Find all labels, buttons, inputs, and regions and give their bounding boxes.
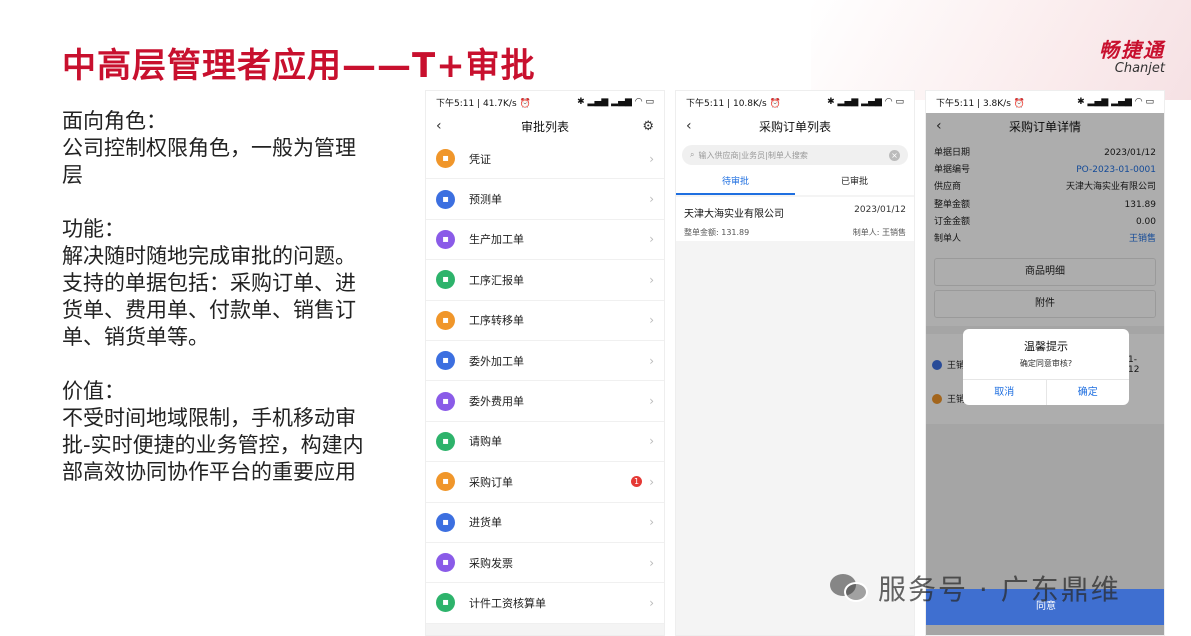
nav-bar: ‹ 采购订单列表	[676, 113, 914, 139]
wage-icon: ▪	[436, 593, 455, 613]
phone-purchase-detail: 下午5:11 | 3.8K/s ⏰ ✱ ▂▄▆ ▂▄▆ ◠ ▭ ‹ 采购订单详情…	[925, 90, 1165, 636]
status-bar: 下午5:11 | 3.8K/s ⏰ ✱ ▂▄▆ ▂▄▆ ◠ ▭	[926, 91, 1164, 113]
logo-cn: 畅捷通	[1099, 38, 1165, 62]
approval-list-item[interactable]: ▪ 委外费用单 ›	[426, 381, 664, 422]
item-label: 生产加工单	[469, 233, 524, 247]
approval-list-item[interactable]: ▪ 凭证 ›	[426, 139, 664, 180]
card-amount: 整单金额: 131.89	[684, 228, 750, 237]
watermark-text: 服务号 · 广东鼎维	[878, 573, 1121, 606]
chevron-right-icon: ›	[649, 353, 654, 368]
back-icon[interactable]: ‹	[686, 118, 692, 134]
para-function: 功能： 解决随时随地完成审批的问题。支持的单据包括：采购订单、进货单、费用单、付…	[62, 217, 356, 349]
chevron-right-icon: ›	[649, 313, 654, 328]
status-bar: 下午5:11 | 41.7K/s ⏰ ✱ ▂▄▆ ▂▄▆ ◠ ▭	[426, 91, 664, 113]
purchase-order-icon: ▪	[436, 472, 455, 492]
invoice-icon: ▪	[436, 553, 455, 573]
approval-list-item[interactable]: ▪ 计件工资核算单 ›	[426, 583, 664, 624]
status-time: 下午5:11 | 3.8K/s ⏰	[936, 98, 1025, 109]
chevron-right-icon: ›	[649, 272, 654, 287]
status-time: 下午5:11 | 41.7K/s ⏰	[436, 98, 531, 109]
approval-list-item[interactable]: ▪ 预测单 ›	[426, 179, 664, 220]
search-input[interactable]: ⌕ 输入供应商|业务员|制单人搜索 ×	[682, 145, 908, 165]
chevron-right-icon: ›	[649, 515, 654, 530]
count-badge: 1	[631, 476, 642, 488]
back-icon[interactable]: ‹	[436, 118, 442, 134]
card-supplier: 天津大海实业有限公司	[684, 209, 784, 220]
chevron-right-icon: ›	[649, 232, 654, 247]
transfer-icon: ▪	[436, 310, 455, 330]
search-placeholder: 输入供应商|业务员|制单人搜索	[698, 150, 808, 160]
search-icon: ⌕	[690, 150, 695, 159]
tab-approved[interactable]: 已审批	[795, 171, 914, 195]
item-label: 请购单	[469, 435, 502, 449]
confirm-button[interactable]: 确定	[1047, 380, 1130, 405]
item-label: 工序汇报单	[469, 273, 524, 287]
report-icon: ▪	[436, 270, 455, 290]
chevron-right-icon: ›	[649, 394, 654, 409]
approval-list-item[interactable]: ▪ 委外加工单 ›	[426, 340, 664, 382]
brand-logo: 畅捷通 Chanjet	[1099, 34, 1165, 76]
para-value: 价值： 不受时间地域限制，手机移动审批-实时便捷的业务管控，构建内部高效协同协作…	[62, 379, 364, 484]
gear-icon[interactable]: ⚙	[642, 119, 654, 134]
page-title: 审批列表	[520, 119, 569, 134]
nav-bar: ‹ 审批列表 ⚙	[426, 113, 664, 139]
card-creator: 制单人: 王销售	[852, 228, 906, 237]
requisition-icon: ▪	[436, 431, 455, 451]
fee-icon: ▪	[436, 391, 455, 411]
item-label: 委外加工单	[469, 354, 524, 368]
search-wrap: ⌕ 输入供应商|业务员|制单人搜索 ×	[676, 139, 914, 171]
item-label: 进货单	[469, 516, 502, 530]
status-icons: ✱ ▂▄▆ ▂▄▆ ◠ ▭	[577, 97, 654, 107]
item-label: 采购订单	[469, 475, 513, 489]
item-label: 工序转移单	[469, 314, 524, 328]
chevron-right-icon: ›	[649, 151, 654, 166]
approval-list-item[interactable]: ▪ 请购单 ›	[426, 421, 664, 463]
approval-list-item[interactable]: ▪ 进货单 ›	[426, 502, 664, 543]
phone-purchase-list: 下午5:11 | 10.8K/s ⏰ ✱ ▂▄▆ ▂▄▆ ◠ ▭ ‹ 采购订单列…	[675, 90, 915, 636]
confirm-dialog: 温馨提示 确定同意审核? 取消 确定	[963, 329, 1129, 405]
item-label: 预测单	[469, 193, 502, 207]
item-label: 凭证	[469, 152, 491, 166]
production-icon: ▪	[436, 229, 455, 249]
logo-en: Chanjet	[1114, 61, 1165, 76]
receipt-icon: ▪	[436, 512, 455, 532]
tab-bar: 待审批 已审批	[676, 171, 914, 195]
clear-icon[interactable]: ×	[889, 149, 900, 161]
para-role: 面向角色： 公司控制权限角色，一般为管理层	[62, 109, 356, 187]
wechat-icon	[830, 572, 870, 604]
chevron-right-icon: ›	[649, 474, 654, 489]
chevron-right-icon: ›	[649, 555, 654, 570]
status-bar: 下午5:11 | 10.8K/s ⏰ ✱ ▂▄▆ ▂▄▆ ◠ ▭	[676, 91, 914, 113]
slide-title: 中高层管理者应用——T+审批	[62, 46, 536, 86]
card-date: 2023/01/12	[854, 205, 906, 215]
item-label: 计件工资核算单	[469, 596, 546, 610]
phone-approval-list: 下午5:11 | 41.7K/s ⏰ ✱ ▂▄▆ ▂▄▆ ◠ ▭ ‹ 审批列表 …	[425, 90, 665, 636]
approval-list: ▪ 凭证 › ▪ 预测单 › ▪ 生产加工单 › ▪ 工序汇报单 › ▪ 工序转移单 › ▪ 委外加工单 › ▪ 委外…	[426, 139, 664, 624]
chevron-right-icon: ›	[649, 595, 654, 610]
approval-list-item[interactable]: ▪ 采购订单 1 ›	[426, 462, 664, 503]
watermark: 服务号 · 广东鼎维	[830, 568, 1121, 608]
approval-list-item[interactable]: ▪ 工序汇报单 ›	[426, 260, 664, 301]
cancel-button[interactable]: 取消	[963, 380, 1047, 405]
chevron-right-icon: ›	[649, 192, 654, 207]
item-label: 委外费用单	[469, 395, 524, 409]
status-icons: ✱ ▂▄▆ ▂▄▆ ◠ ▭	[827, 97, 904, 107]
shield-icon: ▪	[436, 189, 455, 209]
item-label: 采购发票	[469, 556, 513, 570]
chevron-right-icon: ›	[649, 434, 654, 449]
tab-pending[interactable]: 待审批	[676, 171, 795, 195]
order-card[interactable]: 天津大海实业有限公司 2023/01/12 整单金额: 131.89 制单人: …	[676, 197, 914, 241]
outsource-icon: ▪	[436, 351, 455, 371]
approval-list-item[interactable]: ▪ 工序转移单 ›	[426, 300, 664, 341]
approval-list-item[interactable]: ▪ 采购发票 ›	[426, 542, 664, 584]
description-block: 面向角色： 公司控制权限角色，一般为管理层 功能： 解决随时随地完成审批的问题。…	[62, 108, 372, 513]
approval-list-item[interactable]: ▪ 生产加工单 ›	[426, 219, 664, 261]
status-icons: ✱ ▂▄▆ ▂▄▆ ◠ ▭	[1077, 97, 1154, 107]
status-time: 下午5:11 | 10.8K/s ⏰	[686, 98, 781, 109]
voucher-icon: ▪	[436, 149, 455, 169]
page-title: 采购订单列表	[758, 119, 831, 134]
dialog-message: 确定同意审核?	[1019, 359, 1073, 368]
dialog-title: 温馨提示	[1024, 340, 1068, 353]
